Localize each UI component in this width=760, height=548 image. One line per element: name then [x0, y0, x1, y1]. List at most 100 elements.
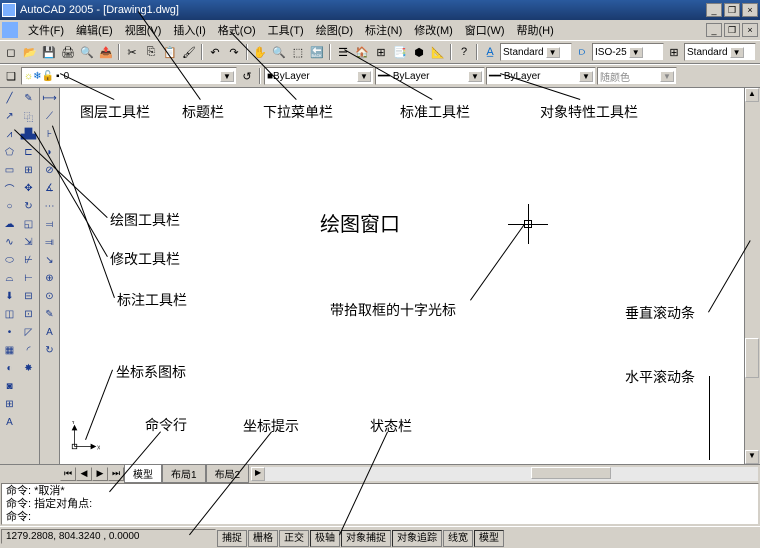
tab-last-button[interactable]: ⏭: [108, 467, 124, 481]
rectangle-icon[interactable]: ▭: [0, 161, 19, 179]
menu-item[interactable]: 工具(T): [262, 23, 310, 39]
tool-palette-icon[interactable]: ⊞: [372, 43, 390, 61]
trim-icon[interactable]: ⊬: [19, 251, 38, 269]
markup-icon[interactable]: ⬢: [410, 43, 428, 61]
mdi-restore-button[interactable]: ❐: [724, 23, 740, 37]
dim-angular-icon[interactable]: ∡: [40, 179, 59, 197]
lineweight-dropdown[interactable]: ━━ ByLayer▼: [486, 67, 596, 85]
copy-obj-icon[interactable]: ⿻: [19, 107, 38, 125]
tab-layout1[interactable]: 布局1: [162, 465, 206, 483]
spline-icon[interactable]: ∿: [0, 233, 19, 251]
tab-layout2[interactable]: 布局2: [206, 465, 250, 483]
textstyle-icon[interactable]: A̲: [481, 43, 499, 61]
properties-icon[interactable]: ☰: [334, 43, 352, 61]
pline-icon[interactable]: ⩘: [0, 125, 19, 143]
menu-item[interactable]: 插入(I): [167, 23, 211, 39]
break-pt-icon[interactable]: ⊟: [19, 287, 38, 305]
maximize-button[interactable]: ❐: [724, 3, 740, 17]
dim-leader-icon[interactable]: ↘: [40, 251, 59, 269]
status-对象追踪[interactable]: 对象追踪: [392, 530, 442, 547]
explode-icon[interactable]: ✸: [19, 359, 38, 377]
dc-icon[interactable]: 🏠: [353, 43, 371, 61]
table-icon[interactable]: ⊞: [0, 395, 19, 413]
dim-update-icon[interactable]: ↻: [40, 341, 59, 359]
zoom-prev-icon[interactable]: 🔙: [308, 43, 326, 61]
help-icon[interactable]: ?: [455, 43, 473, 61]
layer-manager-icon[interactable]: ❑: [2, 67, 20, 85]
ellipse-arc-icon[interactable]: ⌓: [0, 269, 19, 287]
match-icon[interactable]: 🖌: [180, 43, 198, 61]
horizontal-scrollbar[interactable]: ◀ ▶: [251, 467, 758, 481]
hscroll-thumb[interactable]: [531, 467, 611, 479]
menu-item[interactable]: 修改(M): [408, 23, 459, 39]
tablestyle-icon[interactable]: ⊞: [665, 43, 683, 61]
minimize-button[interactable]: _: [706, 3, 722, 17]
mdi-close-button[interactable]: ×: [742, 23, 758, 37]
array-icon[interactable]: ⊞: [19, 161, 38, 179]
menu-item[interactable]: 视图(V): [119, 23, 168, 39]
paste-icon[interactable]: 📋: [161, 43, 179, 61]
coordinate-display[interactable]: 1279.2808, 804.3240 , 0.0000: [1, 529, 216, 544]
scale-icon[interactable]: ◱: [19, 215, 38, 233]
menu-item[interactable]: 编辑(E): [70, 23, 119, 39]
mdi-minimize-button[interactable]: _: [706, 23, 722, 37]
textstyle-dropdown[interactable]: Standard▼: [500, 43, 572, 61]
dim-ordinate-icon[interactable]: ⊦: [40, 125, 59, 143]
drawing-window[interactable]: 绘图窗口 YX: [60, 88, 744, 464]
status-正交[interactable]: 正交: [279, 530, 309, 547]
tablestyle-dropdown[interactable]: Standard▼: [684, 43, 756, 61]
scroll-down-button[interactable]: ▼: [745, 450, 759, 464]
xline-icon[interactable]: ↗: [0, 107, 19, 125]
ellipse-icon[interactable]: ⬭: [0, 251, 19, 269]
scroll-right-button[interactable]: ▶: [251, 467, 265, 481]
dim-edit-icon[interactable]: ✎: [40, 305, 59, 323]
dim-radius-icon[interactable]: ◗: [40, 143, 59, 161]
scroll-up-button[interactable]: ▲: [745, 88, 759, 102]
offset-icon[interactable]: ⊏: [19, 143, 38, 161]
polygon-icon[interactable]: ⬠: [0, 143, 19, 161]
line-icon[interactable]: ╱: [0, 89, 19, 107]
menu-item[interactable]: 格式(O): [212, 23, 262, 39]
sheet-set-icon[interactable]: 📑: [391, 43, 409, 61]
dim-tolerance-icon[interactable]: ⊕: [40, 269, 59, 287]
gradient-icon[interactable]: ◐: [0, 359, 19, 377]
redo-icon[interactable]: ↷: [225, 43, 243, 61]
tab-prev-button[interactable]: ◀: [76, 467, 92, 481]
extend-icon[interactable]: ⊢: [19, 269, 38, 287]
zoom-rt-icon[interactable]: 🔍: [270, 43, 288, 61]
cut-icon[interactable]: ✂: [123, 43, 141, 61]
layer-dropdown[interactable]: ☼❄🔓▪ 0 ▼: [21, 67, 237, 85]
menu-item[interactable]: 绘图(D): [310, 23, 359, 39]
tab-next-button[interactable]: ▶: [92, 467, 108, 481]
menu-item[interactable]: 帮助(H): [511, 23, 560, 39]
save-icon[interactable]: 💾: [40, 43, 58, 61]
dim-aligned-icon[interactable]: ⟋: [40, 107, 59, 125]
tab-model[interactable]: 模型: [124, 465, 162, 483]
command-line[interactable]: 命令: *取消* 命令: 指定对角点: 命令:: [1, 483, 759, 525]
color-dropdown[interactable]: ■ByLayer▼: [264, 67, 374, 85]
point-icon[interactable]: •: [0, 323, 19, 341]
status-极轴[interactable]: 极轴: [310, 530, 340, 547]
vertical-scrollbar[interactable]: ▲ ▼: [744, 88, 760, 464]
move-icon[interactable]: ✥: [19, 179, 38, 197]
mtext-icon[interactable]: A: [0, 413, 19, 431]
scroll-thumb[interactable]: [745, 338, 759, 378]
layer-prev-icon[interactable]: ↺: [238, 67, 256, 85]
menu-item[interactable]: 窗口(W): [459, 23, 511, 39]
cmd-prompt[interactable]: 命令:: [6, 511, 754, 524]
dim-linear-icon[interactable]: ⟼: [40, 89, 59, 107]
dim-tedit-icon[interactable]: A: [40, 323, 59, 341]
region-icon[interactable]: ◙: [0, 377, 19, 395]
tab-first-button[interactable]: ⏮: [60, 467, 76, 481]
block-icon[interactable]: ◫: [0, 305, 19, 323]
break-icon[interactable]: ⊡: [19, 305, 38, 323]
dimstyle-dropdown[interactable]: ISO-25▼: [592, 43, 664, 61]
status-栅格[interactable]: 栅格: [248, 530, 278, 547]
arc-icon[interactable]: ⌒: [0, 179, 19, 197]
open-icon[interactable]: 📂: [21, 43, 39, 61]
publish-icon[interactable]: 📤: [97, 43, 115, 61]
mirror-icon[interactable]: ▟▙: [19, 125, 38, 143]
status-对象捕捉[interactable]: 对象捕捉: [341, 530, 391, 547]
dim-center-icon[interactable]: ⊙: [40, 287, 59, 305]
zoom-win-icon[interactable]: ⬚: [289, 43, 307, 61]
